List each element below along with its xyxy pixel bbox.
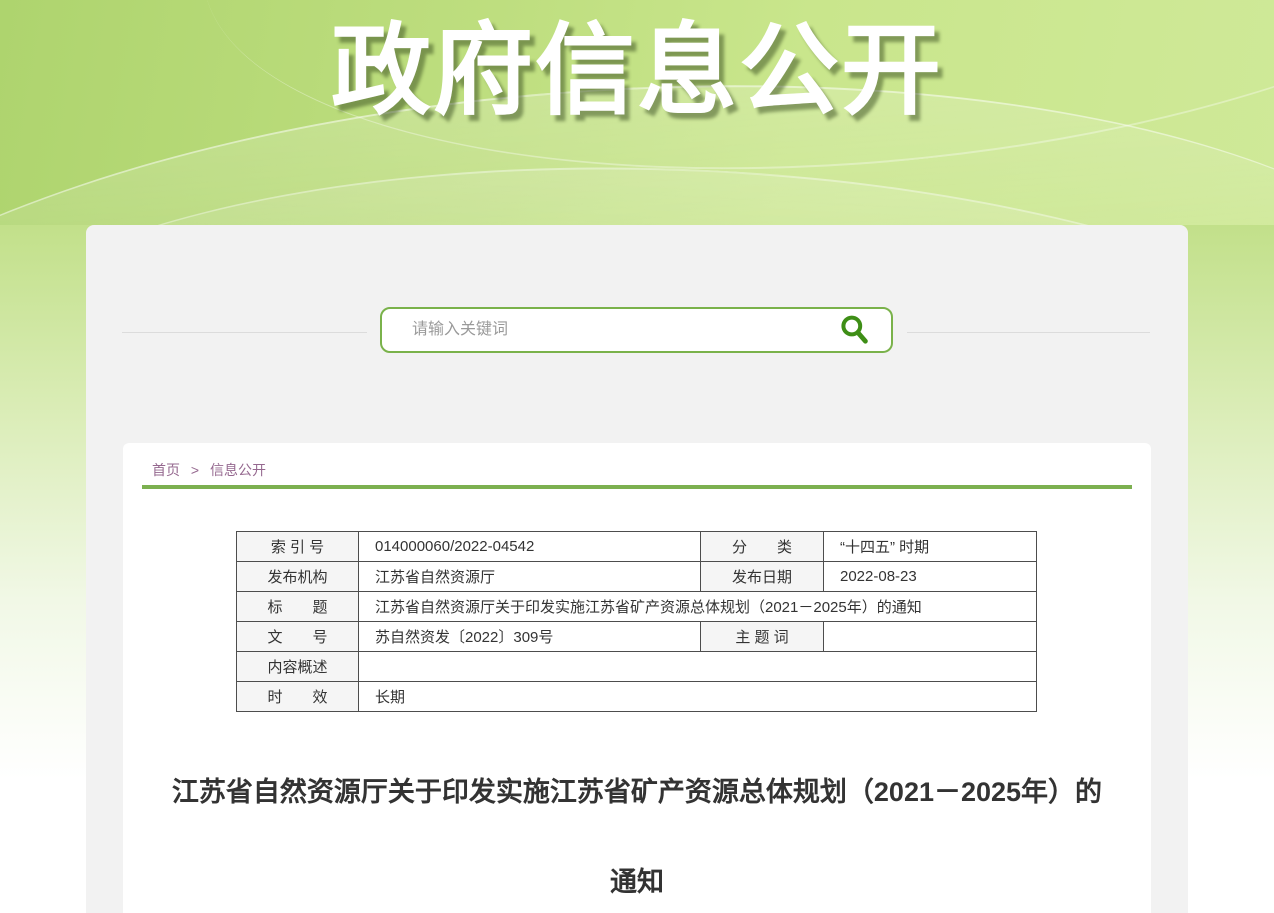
- breadcrumb: 首页 > 信息公开: [152, 460, 266, 480]
- search-box: [380, 307, 893, 353]
- meta-value-issuing-agency: 江苏省自然资源厅: [359, 562, 701, 592]
- meta-label-title: 标 题: [237, 592, 359, 622]
- meta-label-category: 分 类: [701, 532, 824, 562]
- table-row: 时 效 长期: [237, 682, 1037, 712]
- search-divider-left: [122, 332, 367, 333]
- meta-label-content-summary: 内容概述: [237, 652, 359, 682]
- meta-value-doc-number: 苏自然资发〔2022〕309号: [359, 622, 701, 652]
- search-input[interactable]: [382, 309, 835, 351]
- search-divider-right: [907, 332, 1150, 333]
- document-meta-table: 索 引 号 014000060/2022-04542 分 类 “十四五” 时期 …: [236, 531, 1037, 712]
- meta-label-index-number: 索 引 号: [237, 532, 359, 562]
- page-banner: 政府信息公开: [0, 0, 1274, 225]
- meta-label-doc-number: 文 号: [237, 622, 359, 652]
- meta-value-publish-date: 2022-08-23: [824, 562, 1037, 592]
- breadcrumb-underline: [142, 485, 1132, 489]
- meta-label-issuing-agency: 发布机构: [237, 562, 359, 592]
- table-row: 文 号 苏自然资发〔2022〕309号 主 题 词: [237, 622, 1037, 652]
- meta-label-publish-date: 发布日期: [701, 562, 824, 592]
- breadcrumb-link-home[interactable]: 首页: [152, 462, 180, 478]
- meta-value-content-summary: [359, 652, 1037, 682]
- content-card: 首页 > 信息公开 索 引 号 014000060/2022-04542 分 类…: [86, 225, 1188, 913]
- meta-value-index-number: 014000060/2022-04542: [359, 532, 701, 562]
- meta-value-category: “十四五” 时期: [824, 532, 1037, 562]
- article-card: 首页 > 信息公开 索 引 号 014000060/2022-04542 分 类…: [123, 443, 1151, 913]
- document-title-line1: 江苏省自然资源厅关于印发实施江苏省矿产资源总体规划（2021－2025年）的: [123, 770, 1151, 809]
- table-row: 标 题 江苏省自然资源厅关于印发实施江苏省矿产资源总体规划（2021－2025年…: [237, 592, 1037, 622]
- breadcrumb-separator: >: [191, 462, 199, 478]
- search-button[interactable]: [835, 310, 875, 350]
- page-title: 政府信息公开: [0, 16, 1274, 126]
- table-row: 发布机构 江苏省自然资源厅 发布日期 2022-08-23: [237, 562, 1037, 592]
- search-icon: [839, 314, 871, 346]
- table-row: 内容概述: [237, 652, 1037, 682]
- table-row: 索 引 号 014000060/2022-04542 分 类 “十四五” 时期: [237, 532, 1037, 562]
- document-title-line2: 通知: [123, 860, 1151, 899]
- breadcrumb-link-info-disclosure[interactable]: 信息公开: [210, 462, 266, 478]
- meta-value-validity: 长期: [359, 682, 1037, 712]
- meta-value-subject-words: [824, 622, 1037, 652]
- meta-label-validity: 时 效: [237, 682, 359, 712]
- meta-value-title: 江苏省自然资源厅关于印发实施江苏省矿产资源总体规划（2021－2025年）的通知: [359, 592, 1037, 622]
- meta-label-subject-words: 主 题 词: [701, 622, 824, 652]
- banner-wave-decoration: [0, 129, 1274, 225]
